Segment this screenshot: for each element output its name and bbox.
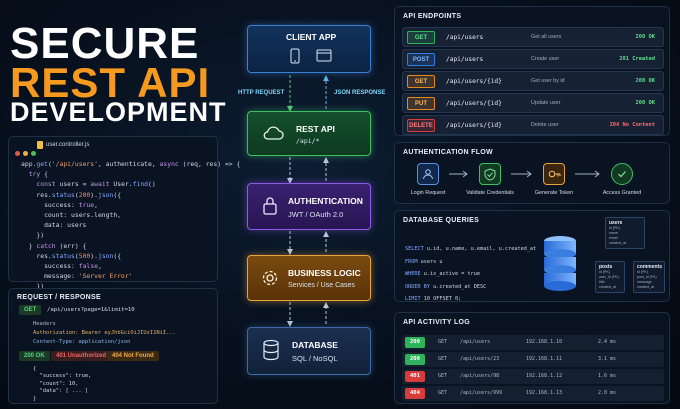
- sql-line: ORDER BY u.created_at DESC: [405, 283, 487, 290]
- log-row[interactable]: 404 GET/api/users/999 192.168.1.13 2.0 ms: [402, 386, 664, 401]
- auth-step-label: Generate Token: [534, 190, 574, 196]
- endpoint-row[interactable]: GET/api/users Get all users 200 OK: [402, 27, 664, 47]
- endpoint-description: Update user: [531, 100, 561, 106]
- endpoint-status: 204 No Content: [609, 122, 655, 128]
- database-title: DATABASE: [292, 340, 338, 350]
- endpoint-description: Delete user: [531, 122, 559, 128]
- log-method: GET: [438, 339, 448, 345]
- log-time: 2.4 ms: [598, 339, 617, 345]
- auth-flow-panel: AUTHENTICATION FLOW Login Request Validat…: [394, 142, 670, 204]
- auth-step-label: Validate Credentials: [466, 190, 514, 196]
- auth-step-label: Login Request: [410, 190, 446, 196]
- db-table-field: created_at: [599, 285, 616, 289]
- log-ip: 192.168.1.11: [526, 356, 563, 362]
- endpoint-description: Get user by id: [531, 78, 565, 84]
- rest-api-sub: /api/*: [296, 137, 320, 145]
- log-path: /api/users/98: [460, 373, 500, 379]
- endpoint-row[interactable]: PUT/api/users/{id} Update user 200 OK: [402, 93, 664, 113]
- method-badge: GET: [407, 75, 435, 88]
- database-sub: SQL / NoSQL: [292, 354, 338, 363]
- db-table-field: created_at: [637, 285, 654, 289]
- sql-line: SELECT u.id, u.name, u.email, u.created_…: [405, 246, 537, 252]
- log-ip: 192.168.1.13: [526, 390, 563, 396]
- authentication-sub: JWT / OAuth 2.0: [288, 210, 344, 219]
- log-status-code: 200: [405, 337, 425, 348]
- endpoint-path: /api/users/{id}: [446, 122, 502, 129]
- api-endpoints-panel: API ENDPOINTS GET/api/users Get all users…: [394, 6, 670, 136]
- rest-api-title: REST API: [296, 124, 335, 134]
- endpoint-description: Create user: [531, 56, 560, 62]
- lock-icon: [263, 197, 277, 215]
- client-app-node[interactable]: CLIENT APP: [247, 25, 371, 73]
- log-row[interactable]: 401 GET/api/users/98 192.168.1.12 1.6 ms: [402, 369, 664, 384]
- cloud-icon: [263, 126, 284, 140]
- log-row[interactable]: 200 GET/api/users/23 192.168.1.11 3.1 ms: [402, 352, 664, 367]
- log-status-code: 401: [405, 371, 425, 382]
- authentication-title: AUTHENTICATION: [288, 196, 363, 206]
- business-logic-sub: Services / Use Cases: [288, 282, 355, 289]
- activity-log-panel: API ACTIVITY LOG 200 GET/api/users 192.168…: [394, 312, 670, 404]
- json-response-label: JSON RESPONSE: [334, 90, 386, 96]
- endpoint-path: /api/users: [446, 34, 484, 41]
- http-request-label: HTTP REQUEST: [238, 90, 285, 96]
- business-logic-node[interactable]: BUSINESS LOGIC Services / Use Cases: [247, 255, 371, 301]
- log-row[interactable]: 200 GET/api/users 192.168.1.10 2.4 ms: [402, 335, 664, 350]
- business-logic-title: BUSINESS LOGIC: [288, 268, 361, 278]
- mobile-icon: [290, 48, 300, 64]
- endpoint-status: 200 OK: [635, 34, 655, 40]
- log-time: 1.6 ms: [598, 373, 617, 379]
- sql-line: LIMIT 10 OFFSET 0;: [405, 296, 462, 302]
- endpoint-status: 201 Created: [619, 56, 655, 62]
- log-ip: 192.168.1.10: [526, 339, 563, 345]
- database-stack-icon: [544, 236, 576, 291]
- authentication-node[interactable]: AUTHENTICATION JWT / OAuth 2.0: [247, 183, 371, 230]
- auth-step-label: Access Granted: [602, 190, 642, 196]
- method-badge: GET: [407, 31, 435, 44]
- endpoint-row[interactable]: POST/api/users Create user 201 Created: [402, 49, 664, 69]
- client-app-title: CLIENT APP: [286, 32, 337, 42]
- log-path: /api/users/23: [460, 356, 500, 362]
- log-path: /api/users: [460, 339, 491, 345]
- sql-query: SELECT u.id, u.name, u.email, u.created_…: [405, 243, 536, 306]
- endpoint-row[interactable]: GET/api/users/{id} Get user by id 200 OK: [402, 71, 664, 91]
- log-status-code: 404: [405, 388, 425, 399]
- endpoint-path: /api/users: [446, 56, 484, 63]
- gear-icon: [262, 270, 278, 286]
- sql-line: WHERE u.is_active = true: [405, 271, 480, 277]
- log-path: /api/users/999: [460, 390, 503, 396]
- log-method: GET: [438, 390, 448, 396]
- log-time: 2.0 ms: [598, 390, 617, 396]
- db-table-card: comments id (PK) post_id (FK) message create…: [633, 261, 665, 293]
- activity-log-title: API ACTIVITY LOG: [403, 319, 471, 326]
- log-status-code: 200: [405, 354, 425, 365]
- endpoint-description: Get all users: [531, 34, 562, 40]
- log-ip: 192.168.1.12: [526, 373, 563, 379]
- log-method: GET: [438, 373, 448, 379]
- database-icon: [263, 339, 279, 361]
- db-table-field: created_at: [609, 241, 626, 245]
- endpoint-status: 200 OK: [635, 78, 655, 84]
- endpoint-path: /api/users/{id}: [446, 78, 502, 85]
- db-queries-title: DATABASE QUERIES: [403, 217, 480, 224]
- db-table-card: users id (PK) name email created_at: [605, 217, 645, 249]
- method-badge: POST: [407, 53, 435, 66]
- rest-api-node[interactable]: REST API /api/*: [247, 111, 371, 156]
- log-method: GET: [438, 356, 448, 362]
- method-badge: PUT: [407, 97, 435, 110]
- endpoint-path: /api/users/{id}: [446, 100, 502, 107]
- endpoint-row[interactable]: DELETE/api/users/{id} Delete user 204 No C…: [402, 115, 664, 135]
- api-endpoints-title: API ENDPOINTS: [403, 13, 462, 20]
- database-node[interactable]: DATABASE SQL / NoSQL: [247, 327, 371, 375]
- endpoint-status: 200 OK: [635, 100, 655, 106]
- sql-line: FROM users u: [405, 258, 443, 265]
- db-table-card: posts id (PK) user_id (FK) title created_at: [595, 261, 625, 293]
- db-queries-panel: DATABASE QUERIES SELECT u.id, u.name, u.…: [394, 210, 670, 302]
- method-badge: DELETE: [407, 119, 435, 132]
- log-time: 3.1 ms: [598, 356, 617, 362]
- browser-icon: [316, 49, 332, 62]
